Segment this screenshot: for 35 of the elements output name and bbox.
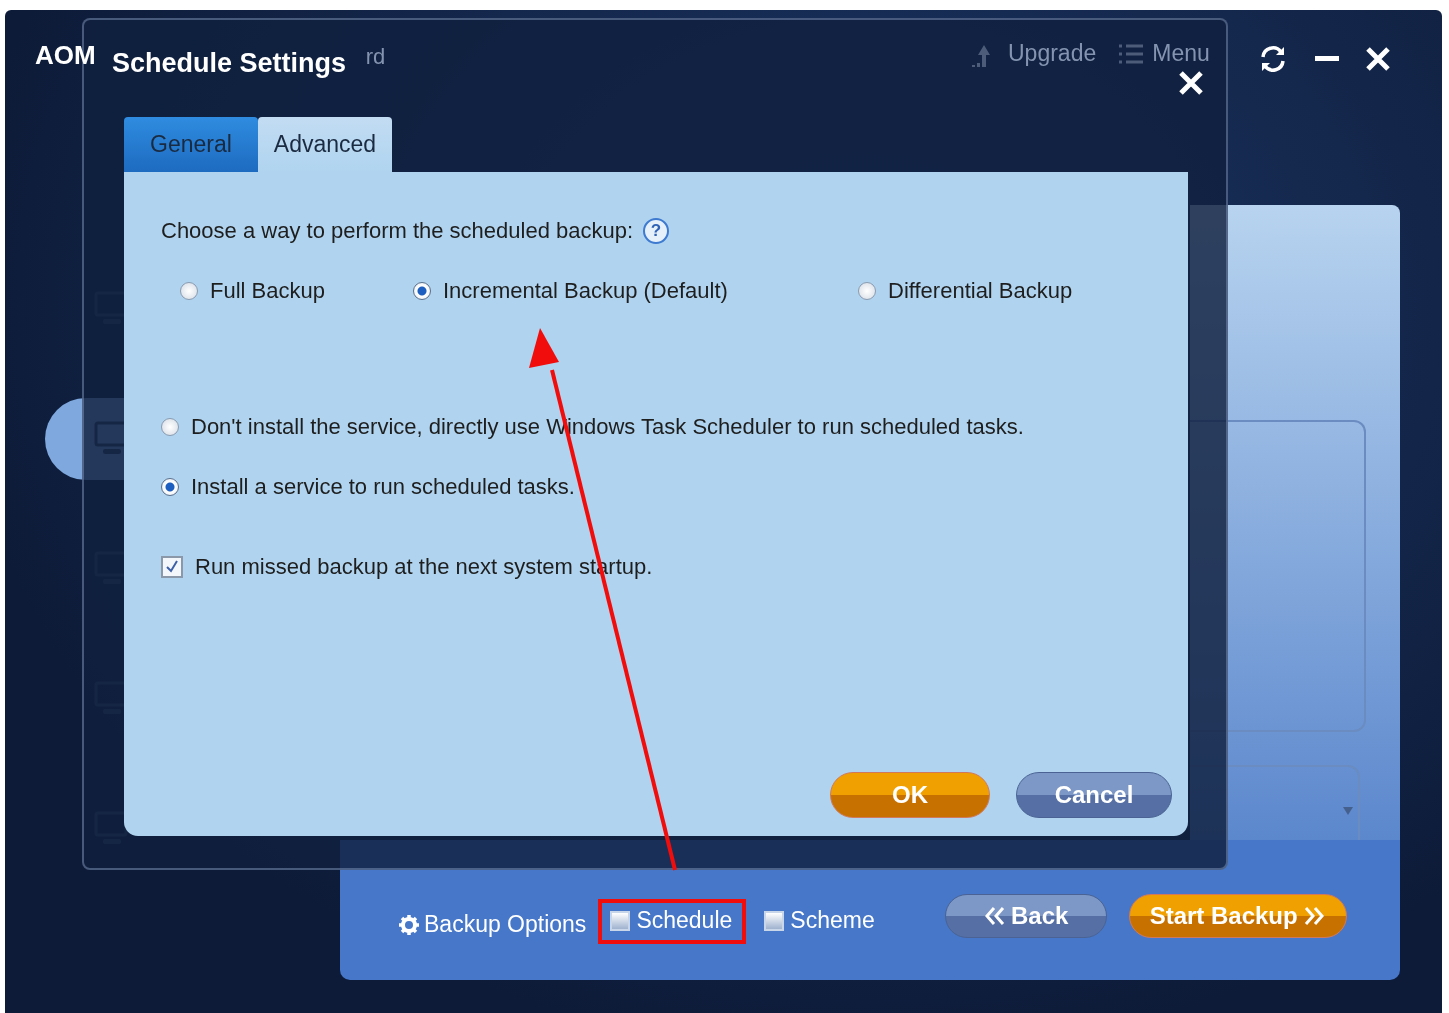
- back-button[interactable]: Back: [944, 894, 1107, 938]
- radio-label: Install a service to run scheduled tasks.: [191, 474, 575, 500]
- prompt-text: Choose a way to perform the scheduled backup:: [161, 218, 634, 244]
- radio-button[interactable]: [161, 418, 179, 436]
- dialog-title: Schedule Settings: [112, 48, 347, 79]
- backup-options-button[interactable]: Backup Options: [398, 911, 587, 938]
- upgrade-button[interactable]: Upgrade: [970, 40, 1097, 67]
- app-title: AOM: [35, 40, 96, 71]
- checkbox-label: Schedule: [636, 907, 733, 934]
- radio-label: Differential Backup: [888, 278, 1073, 304]
- close-icon[interactable]: [1178, 70, 1204, 96]
- minimize-icon[interactable]: [1314, 55, 1340, 63]
- cancel-button[interactable]: Cancel: [1016, 772, 1172, 818]
- caret-icon: [1342, 806, 1354, 816]
- menu-button[interactable]: Menu: [1118, 40, 1210, 67]
- double-chevron-left-icon: [983, 906, 1007, 926]
- radio-button[interactable]: [858, 282, 876, 300]
- radio-label: Full Backup: [210, 278, 325, 304]
- radio-button[interactable]: [180, 282, 198, 300]
- menu-icon: [1118, 43, 1145, 64]
- checkbox-label: Scheme: [790, 907, 875, 934]
- radio-button[interactable]: [161, 478, 179, 496]
- tab[interactable]: Advanced: [258, 117, 392, 172]
- start-backup-button[interactable]: Start Backup: [1128, 894, 1347, 938]
- close-icon[interactable]: [1365, 46, 1391, 72]
- gear-icon: [398, 913, 420, 936]
- checkbox[interactable]: [161, 556, 183, 578]
- tab[interactable]: General: [124, 117, 258, 172]
- radio-label: Incremental Backup (Default): [443, 278, 728, 304]
- checkbox[interactable]: [610, 910, 631, 931]
- radio-button[interactable]: [413, 282, 431, 300]
- help-icon[interactable]: ?: [643, 218, 670, 244]
- checkbox[interactable]: [764, 910, 785, 931]
- app-title: rd: [365, 44, 386, 70]
- check-icon: [165, 560, 179, 574]
